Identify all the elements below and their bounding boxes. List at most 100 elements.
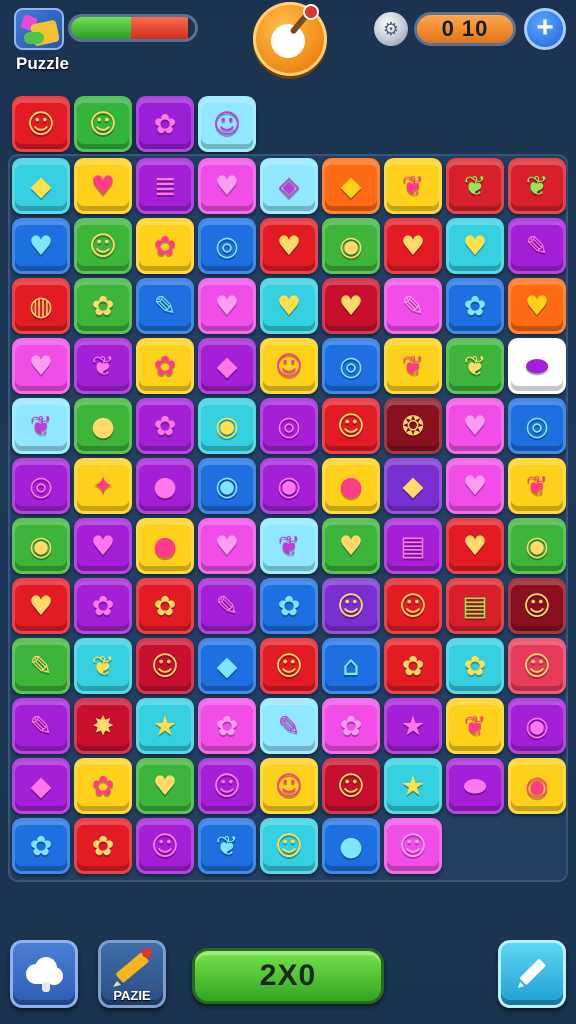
board-tile[interactable]: ☺ — [260, 758, 318, 814]
board-tile[interactable]: ◉ — [12, 518, 70, 574]
board-tile[interactable]: ◉ — [508, 518, 566, 574]
board-tile[interactable]: ✿ — [136, 398, 194, 454]
board-tile[interactable]: ♥ — [508, 278, 566, 334]
board-tile[interactable]: ◍ — [12, 278, 70, 334]
board-tile[interactable]: ◆ — [12, 758, 70, 814]
board-tile[interactable]: ● — [136, 518, 194, 574]
add-coins-button[interactable]: + — [524, 8, 566, 50]
board-tile[interactable]: ❦ — [74, 338, 132, 394]
board-tile[interactable]: ✿ — [74, 578, 132, 634]
board-tile[interactable]: ♥ — [74, 158, 132, 214]
board-tile[interactable]: ✸ — [74, 698, 132, 754]
board-tile[interactable]: ✎ — [384, 278, 442, 334]
board-tile[interactable]: ♥ — [136, 758, 194, 814]
magnifier-button[interactable] — [253, 2, 327, 76]
board-tile[interactable]: ❦ — [508, 458, 566, 514]
board-tile[interactable]: ❦ — [12, 398, 70, 454]
board-tile[interactable]: ☺ — [260, 638, 318, 694]
board-tile[interactable]: ◎ — [508, 398, 566, 454]
board-tile[interactable]: ♥ — [198, 518, 256, 574]
board-tile[interactable]: ✿ — [198, 698, 256, 754]
board-tile[interactable]: ✿ — [260, 578, 318, 634]
board-tile[interactable]: ♥ — [12, 578, 70, 634]
board-tile[interactable]: ✿ — [446, 638, 504, 694]
board-tile[interactable]: ☺ — [508, 638, 566, 694]
board-tile[interactable]: ♥ — [260, 278, 318, 334]
board-tile[interactable]: ♥ — [322, 518, 380, 574]
board-tile[interactable]: ✎ — [198, 578, 256, 634]
board-tile[interactable]: ❂ — [384, 398, 442, 454]
hint-button[interactable] — [10, 940, 78, 1008]
board-tile[interactable]: ● — [322, 458, 380, 514]
board-tile[interactable]: ☺ — [322, 398, 380, 454]
board-tile[interactable]: ❦ — [446, 698, 504, 754]
board-tile[interactable]: ◆ — [198, 638, 256, 694]
board-tile[interactable]: ✦ — [74, 458, 132, 514]
board-tile[interactable]: ✿ — [136, 578, 194, 634]
board-tile[interactable]: ✿ — [446, 278, 504, 334]
board-tile[interactable]: ✿ — [322, 698, 380, 754]
board-tile[interactable]: ☺ — [260, 818, 318, 874]
board-tile[interactable]: ☺ — [260, 338, 318, 394]
board-tile[interactable]: ✎ — [12, 638, 70, 694]
board-tile[interactable]: ♥ — [446, 518, 504, 574]
board-tile[interactable]: ❦ — [198, 818, 256, 874]
board-tile[interactable]: ☺ — [136, 818, 194, 874]
board-tile[interactable]: ♥ — [260, 218, 318, 274]
board-tile[interactable]: ❦ — [384, 338, 442, 394]
board-tile[interactable]: ☺ — [508, 578, 566, 634]
board-tile[interactable]: ◎ — [198, 218, 256, 274]
board-tile[interactable]: ▤ — [384, 518, 442, 574]
board-tile[interactable]: ♥ — [384, 218, 442, 274]
board-tile[interactable]: ☺ — [384, 578, 442, 634]
board-tile[interactable]: ♥ — [74, 518, 132, 574]
board-tile[interactable]: ▤ — [446, 578, 504, 634]
board-tile[interactable]: ☺ — [384, 818, 442, 874]
board-tile[interactable]: ☺ — [198, 758, 256, 814]
board-tile[interactable]: ❦ — [384, 158, 442, 214]
board-tile[interactable]: ♥ — [322, 278, 380, 334]
board-tile[interactable]: ◎ — [322, 338, 380, 394]
board-tile[interactable]: ◉ — [260, 458, 318, 514]
board-tile[interactable]: ❦ — [74, 638, 132, 694]
board-tile[interactable]: ✿ — [74, 818, 132, 874]
board-tile[interactable]: ✎ — [12, 698, 70, 754]
app-logo[interactable] — [14, 8, 64, 50]
board-tile[interactable]: ◆ — [12, 158, 70, 214]
preview-tile[interactable]: ☺ — [74, 96, 132, 152]
board-tile[interactable]: ★ — [384, 758, 442, 814]
board-tile[interactable]: ◆ — [322, 158, 380, 214]
preview-tile[interactable]: ☺ — [12, 96, 70, 152]
board-tile[interactable]: ☺ — [322, 578, 380, 634]
board-tile[interactable]: ✿ — [136, 218, 194, 274]
board-tile[interactable]: ✿ — [136, 338, 194, 394]
board-tile[interactable]: ❦ — [260, 518, 318, 574]
board-tile[interactable]: ◉ — [508, 758, 566, 814]
booster-button[interactable]: PAZIE — [98, 940, 166, 1008]
board-tile[interactable]: ☺ — [74, 218, 132, 274]
board-tile[interactable]: ● — [136, 458, 194, 514]
edit-button[interactable] — [498, 940, 566, 1008]
board-tile[interactable]: ⬬ — [508, 338, 566, 394]
board-tile[interactable]: ◈ — [260, 158, 318, 214]
board-tile[interactable]: ☺ — [136, 638, 194, 694]
board-tile[interactable]: ♥ — [446, 458, 504, 514]
board-tile[interactable]: ◆ — [384, 458, 442, 514]
preview-tile[interactable]: ✿ — [136, 96, 194, 152]
board-tile[interactable]: ◎ — [12, 458, 70, 514]
board-tile[interactable]: ✎ — [508, 218, 566, 274]
board-tile[interactable]: ◆ — [198, 338, 256, 394]
board-tile[interactable]: ≣ — [136, 158, 194, 214]
board-tile[interactable]: ♥ — [12, 218, 70, 274]
board-tile[interactable]: ✿ — [74, 758, 132, 814]
board-tile[interactable]: ❦ — [508, 158, 566, 214]
board-tile[interactable]: ● — [322, 818, 380, 874]
board-tile[interactable]: ✿ — [384, 638, 442, 694]
board-tile[interactable]: ♥ — [198, 158, 256, 214]
board-tile[interactable]: ◉ — [322, 218, 380, 274]
board-tile[interactable]: ♥ — [198, 278, 256, 334]
board-tile[interactable]: ◉ — [198, 398, 256, 454]
board-tile[interactable]: ⌂ — [322, 638, 380, 694]
board-tile[interactable]: ★ — [136, 698, 194, 754]
board-tile[interactable]: ✿ — [12, 818, 70, 874]
